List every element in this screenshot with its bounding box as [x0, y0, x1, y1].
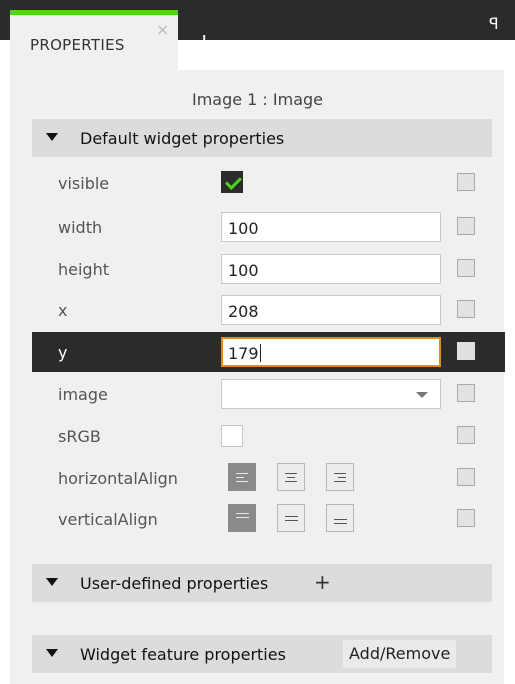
- sync-checkbox[interactable]: [457, 468, 475, 486]
- sync-checkbox[interactable]: [457, 384, 475, 402]
- align-right-button[interactable]: [326, 463, 354, 491]
- x-input[interactable]: 208: [221, 295, 441, 325]
- property-label: image: [58, 385, 108, 404]
- section-widget-feature-properties[interactable]: Widget feature properties Add/Remove: [32, 635, 492, 673]
- y-input-value: 179: [228, 344, 259, 363]
- srgb-checkbox[interactable]: [221, 425, 243, 447]
- section-label: Default widget properties: [80, 129, 285, 148]
- section-label: Widget feature properties: [80, 645, 286, 664]
- property-label: sRGB: [58, 427, 101, 446]
- collapse-triangle-icon[interactable]: [46, 133, 58, 141]
- align-bottom-button[interactable]: [326, 504, 354, 532]
- property-row-visible: visible: [32, 163, 492, 203]
- sync-checkbox[interactable]: [457, 300, 475, 318]
- pin-icon[interactable]: ꟼ: [489, 16, 499, 32]
- sync-checkbox[interactable]: [457, 509, 475, 527]
- add-property-icon[interactable]: +: [314, 572, 331, 592]
- align-center-button[interactable]: [277, 463, 305, 491]
- visible-checkbox[interactable]: [221, 171, 243, 193]
- align-left-button[interactable]: [228, 463, 256, 491]
- tab-properties-label: PROPERTIES: [30, 36, 125, 54]
- active-tab-indicator: [10, 10, 178, 15]
- property-label: verticalAlign: [58, 510, 158, 529]
- property-row-horizontal-align: horizontalAlign: [32, 458, 492, 498]
- collapse-triangle-icon[interactable]: [46, 578, 58, 586]
- sync-checkbox[interactable]: [457, 173, 475, 191]
- width-input[interactable]: 100: [221, 212, 441, 242]
- property-label: y: [58, 343, 68, 362]
- property-row-y[interactable]: y 179: [32, 332, 505, 372]
- sync-checkbox[interactable]: [457, 259, 475, 277]
- property-row-srgb: sRGB: [32, 416, 492, 456]
- sync-checkbox[interactable]: [457, 426, 475, 444]
- chevron-down-icon[interactable]: [416, 392, 428, 398]
- align-top-button[interactable]: [228, 504, 256, 532]
- property-row-image: image: [32, 374, 492, 414]
- add-remove-button[interactable]: Add/Remove: [343, 640, 457, 668]
- section-label: User-defined properties: [80, 574, 269, 593]
- close-icon[interactable]: ×: [156, 22, 169, 38]
- property-row-x: x 208: [32, 290, 492, 330]
- section-default-widget-properties[interactable]: Default widget properties: [32, 119, 492, 157]
- sync-checkbox[interactable]: [457, 342, 475, 360]
- property-label: height: [58, 260, 109, 279]
- height-input[interactable]: 100: [221, 254, 441, 284]
- property-label: x: [58, 301, 68, 320]
- section-user-defined-properties[interactable]: User-defined properties +: [32, 564, 492, 602]
- y-input[interactable]: 179: [221, 337, 441, 367]
- align-middle-button[interactable]: [277, 504, 305, 532]
- add-tab-icon[interactable]: +: [195, 32, 213, 54]
- text-caret: [259, 344, 261, 362]
- collapse-triangle-icon[interactable]: [46, 649, 58, 657]
- property-label: visible: [58, 174, 110, 193]
- property-row-height: height 100: [32, 249, 492, 289]
- property-row-vertical-align: verticalAlign: [32, 499, 492, 539]
- property-row-width: width 100: [32, 207, 492, 247]
- property-label: width: [58, 218, 103, 237]
- property-label: horizontalAlign: [58, 469, 178, 488]
- sync-checkbox[interactable]: [457, 217, 475, 235]
- page-title: Image 1 : Image: [191, 90, 324, 109]
- image-select[interactable]: [221, 379, 441, 409]
